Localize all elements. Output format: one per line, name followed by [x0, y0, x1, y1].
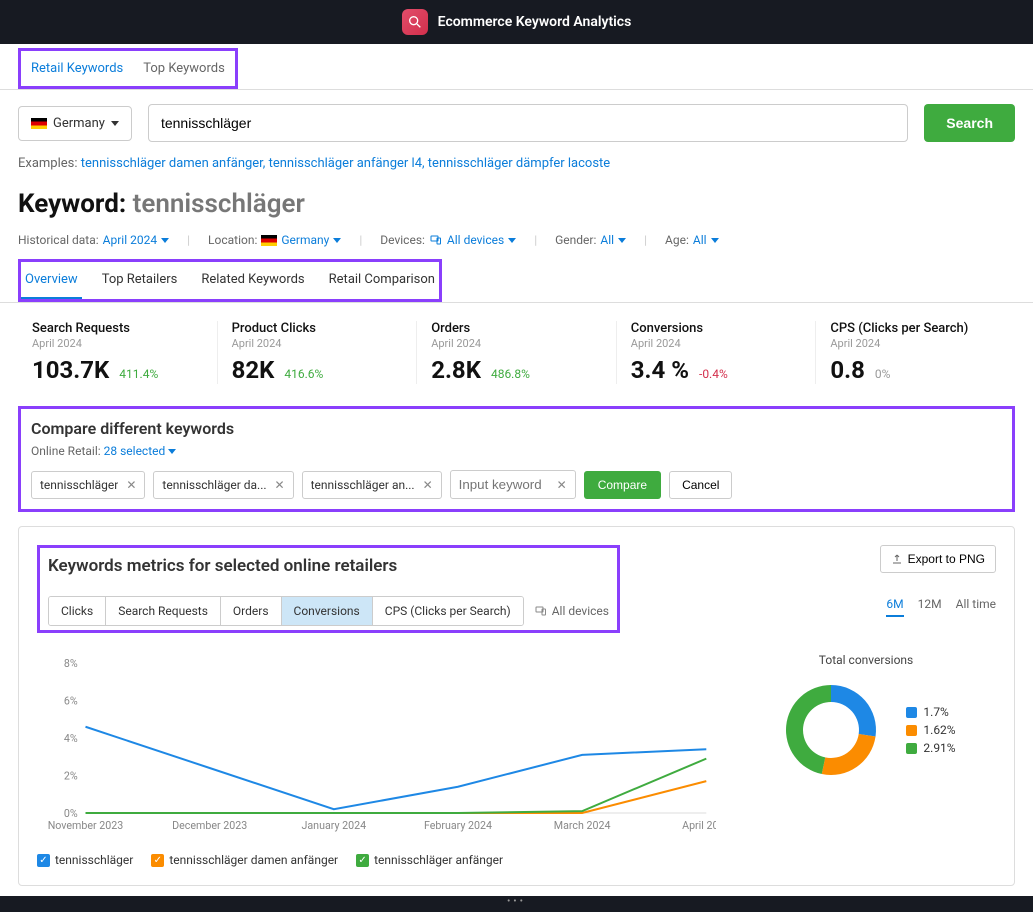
chart-panel: Keywords metrics for selected online ret…	[18, 526, 1015, 886]
svg-text:6%: 6%	[64, 694, 78, 707]
chevron-down-icon	[333, 238, 341, 243]
metric-tab[interactable]: Orders	[221, 597, 282, 625]
examples-row: Examples: tennisschläger damen anfänger,…	[0, 156, 1033, 185]
country-label: Germany	[53, 116, 105, 131]
donut-chart	[776, 675, 886, 785]
svg-text:4%: 4%	[64, 732, 78, 745]
sub-tab-comparison[interactable]: Retail Comparison	[325, 262, 439, 299]
donut-title: Total conversions	[736, 653, 996, 667]
chevron-down-icon	[508, 238, 516, 243]
metric-card: Conversions April 2024 3.4 %-0.4%	[617, 321, 817, 384]
chevron-down-icon	[168, 449, 176, 454]
top-tabs-group: Retail Keywords Top Keywords	[18, 48, 238, 89]
sub-tab-overview[interactable]: Overview	[21, 262, 82, 299]
metric-tab[interactable]: Search Requests	[106, 597, 221, 625]
line-legend: ✓tennisschläger ✓tennisschläger damen anf…	[37, 853, 996, 867]
remove-chip-icon[interactable]: ✕	[126, 478, 136, 492]
chart-title: Keywords metrics for selected online ret…	[48, 556, 609, 576]
flag-icon	[31, 118, 47, 129]
export-icon	[891, 553, 903, 565]
examples-label: Examples:	[18, 156, 78, 171]
devices-icon	[429, 234, 443, 246]
cancel-button[interactable]: Cancel	[669, 471, 732, 499]
metric-card: Orders April 2024 2.8K486.8%	[417, 321, 617, 384]
devices-icon	[534, 605, 548, 617]
svg-text:8%: 8%	[64, 657, 78, 670]
country-select[interactable]: Germany	[18, 106, 132, 141]
donut-legend-item: 1.62%	[906, 723, 955, 737]
page-title: Keyword: tennisschläger	[0, 185, 1033, 229]
filter-gender[interactable]: Gender: All	[555, 233, 626, 247]
chevron-down-icon	[618, 238, 626, 243]
svg-text:2%: 2%	[64, 769, 78, 782]
legend-color-swatch	[906, 707, 917, 718]
tab-retail-keywords[interactable]: Retail Keywords	[21, 51, 133, 86]
checkbox-icon: ✓	[356, 854, 369, 867]
clear-input-icon[interactable]: ✕	[557, 478, 567, 492]
keyword-input[interactable]	[459, 477, 549, 492]
metric-tab[interactable]: CPS (Clicks per Search)	[373, 597, 523, 625]
donut-legend: 1.7% 1.62% 2.91%	[906, 701, 955, 759]
compare-retail-selector[interactable]: 28 selected	[104, 444, 177, 458]
chart-devices-filter[interactable]: All devices	[534, 604, 609, 618]
export-png-button[interactable]: Export to PNG	[880, 545, 996, 573]
chevron-down-icon	[161, 238, 169, 243]
svg-text:February 2024: February 2024	[424, 819, 492, 832]
compare-button[interactable]: Compare	[584, 471, 661, 499]
filter-location[interactable]: Location: Germany	[208, 233, 341, 247]
keyword-chip[interactable]: tennisschläger da...✕	[153, 471, 293, 499]
metric-tabs: ClicksSearch RequestsOrdersConversionsCP…	[48, 596, 524, 626]
range-tabs: 6M 12M All time	[886, 597, 996, 617]
filter-age[interactable]: Age: All	[665, 233, 719, 247]
svg-text:April 2024: April 2024	[682, 819, 716, 832]
range-tab[interactable]: 12M	[918, 597, 942, 617]
svg-text:November 2023: November 2023	[48, 819, 124, 832]
app-title: Ecommerce Keyword Analytics	[438, 14, 632, 30]
checkbox-icon: ✓	[151, 854, 164, 867]
svg-text:March 2024: March 2024	[554, 819, 611, 832]
svg-text:January 2024: January 2024	[302, 819, 367, 832]
keyword-search-input[interactable]	[148, 104, 908, 142]
remove-chip-icon[interactable]: ✕	[275, 478, 285, 492]
svg-text:December 2023: December 2023	[172, 819, 247, 832]
range-tab[interactable]: 6M	[886, 597, 903, 617]
search-button[interactable]: Search	[924, 104, 1015, 142]
sub-tabs-group: Overview Top Retailers Related Keywords …	[18, 259, 442, 302]
range-tab[interactable]: All time	[956, 597, 996, 617]
legend-color-swatch	[906, 725, 917, 736]
sub-tab-related[interactable]: Related Keywords	[197, 262, 308, 299]
tab-top-keywords[interactable]: Top Keywords	[133, 51, 235, 86]
legend-color-swatch	[906, 743, 917, 754]
compare-section: Compare different keywords Online Retail…	[18, 406, 1015, 512]
keyword-chip[interactable]: tennisschläger an...✕	[302, 471, 442, 499]
metrics-row: Search Requests April 2024 103.7K411.4%P…	[0, 303, 1033, 402]
flag-icon	[261, 235, 277, 246]
metric-card: CPS (Clicks per Search) April 2024 0.80%	[816, 321, 1015, 384]
app-header: Ecommerce Keyword Analytics	[0, 0, 1033, 44]
keyword-input-chip[interactable]: ✕	[450, 470, 576, 499]
filter-devices[interactable]: Devices: All devices	[380, 233, 516, 247]
donut-legend-item: 1.7%	[906, 705, 955, 719]
filter-historical[interactable]: Historical data: April 2024	[18, 233, 169, 247]
metric-card: Search Requests April 2024 103.7K411.4%	[18, 321, 218, 384]
checkbox-icon: ✓	[37, 854, 50, 867]
metric-tab[interactable]: Clicks	[49, 597, 106, 625]
examples-links[interactable]: tennisschläger damen anfänger, tennissch…	[81, 156, 610, 171]
line-legend-item[interactable]: ✓tennisschläger anfänger	[356, 853, 503, 867]
metric-card: Product Clicks April 2024 82K416.6%	[218, 321, 418, 384]
app-icon	[402, 9, 428, 35]
chevron-down-icon	[711, 238, 719, 243]
line-legend-item[interactable]: ✓tennisschläger damen anfänger	[151, 853, 338, 867]
sub-tab-retailers[interactable]: Top Retailers	[98, 262, 182, 299]
keyword-chip[interactable]: tennisschläger✕	[31, 471, 145, 499]
line-chart: 0%2%4%6%8%November 2023December 2023Janu…	[37, 653, 716, 843]
footer-dots: •••	[0, 896, 1033, 912]
chevron-down-icon	[111, 121, 119, 126]
compare-title: Compare different keywords	[31, 419, 1002, 438]
remove-chip-icon[interactable]: ✕	[423, 478, 433, 492]
metric-tab[interactable]: Conversions	[282, 597, 373, 625]
line-legend-item[interactable]: ✓tennisschläger	[37, 853, 133, 867]
donut-legend-item: 2.91%	[906, 741, 955, 755]
